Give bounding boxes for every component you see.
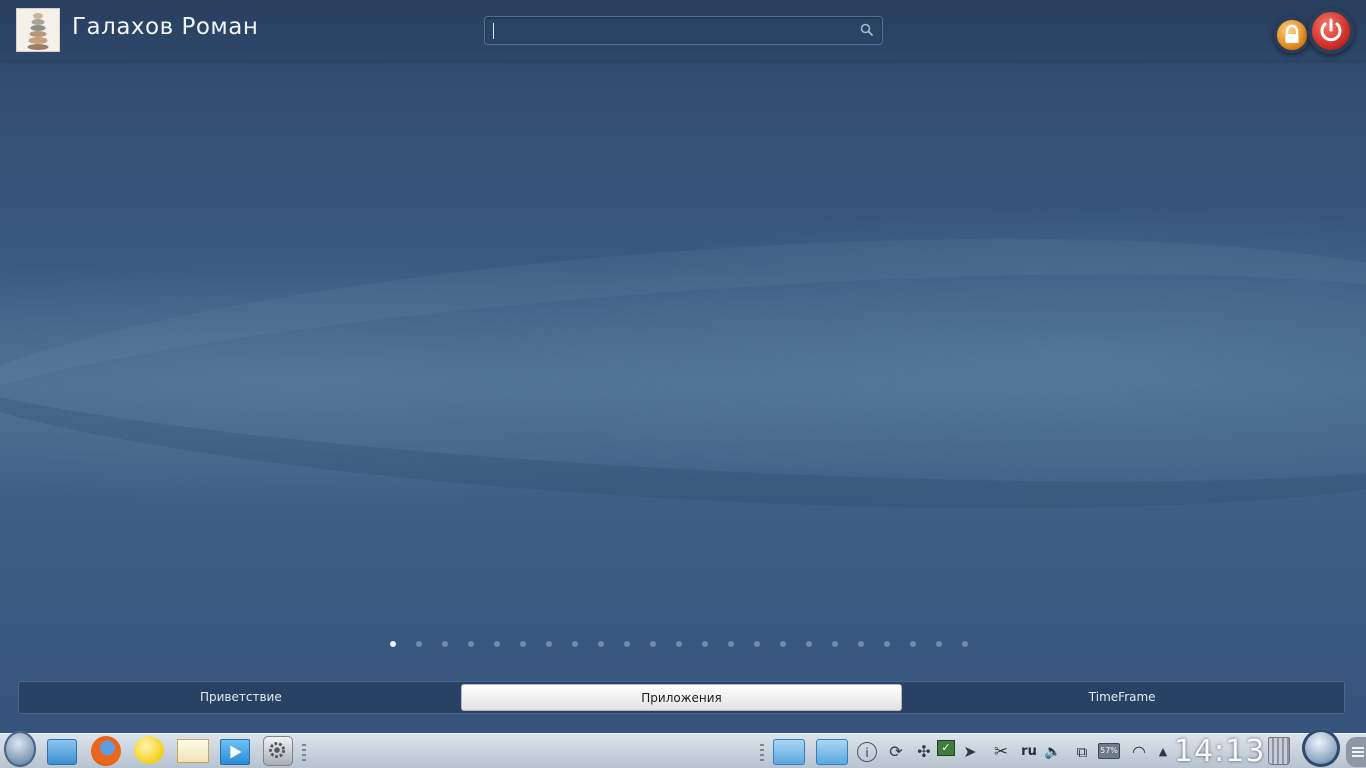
page-dot[interactable] <box>754 641 760 647</box>
tab-applications[interactable]: Приложения <box>460 684 903 711</box>
page-dot[interactable] <box>416 641 422 647</box>
top-bar: Галахов Роман <box>0 0 1366 60</box>
taskbar: i ⟳ ✣ ✓ ➤ ✂ ru 🔈 ⧉ 57% ◠ ▲ 14:13 <box>0 729 1366 768</box>
avatar-stone <box>28 37 48 44</box>
tray-expand-icon[interactable]: ▲ <box>1155 742 1171 762</box>
search-input[interactable] <box>484 16 883 45</box>
volume-icon[interactable]: 🔈 <box>1042 742 1064 762</box>
chat-icon[interactable] <box>134 736 164 764</box>
page-indicator <box>390 641 968 649</box>
power-button[interactable] <box>1308 8 1354 54</box>
page-dot[interactable] <box>494 641 500 647</box>
page-dot[interactable] <box>572 641 578 647</box>
page-dot[interactable] <box>676 641 682 647</box>
system-settings-icon[interactable] <box>263 736 293 766</box>
hamburger-icon <box>1352 747 1364 757</box>
wifi-icon[interactable]: ◠ <box>1127 742 1151 762</box>
info-icon[interactable]: i <box>857 742 877 762</box>
view-tabs: Приветствие Приложения TimeFrame <box>18 681 1345 714</box>
page-dot[interactable] <box>806 641 812 647</box>
activities-icon[interactable] <box>1302 729 1340 767</box>
page-dot[interactable] <box>520 641 526 647</box>
tab-timeframe[interactable]: TimeFrame <box>902 684 1342 711</box>
page-dot[interactable] <box>910 641 916 647</box>
user-name: Галахов Роман <box>72 14 259 40</box>
avatar-stone <box>27 44 49 50</box>
launcher-orb-icon[interactable] <box>4 731 36 767</box>
page-dot[interactable] <box>442 641 448 647</box>
send-icon[interactable]: ➤ <box>960 742 980 762</box>
power-icon <box>1320 18 1342 42</box>
battery-indicator[interactable]: 57% <box>1098 743 1120 759</box>
tab-welcome[interactable]: Приветствие <box>21 684 461 711</box>
page-dot[interactable] <box>650 641 656 647</box>
page-dot[interactable] <box>832 641 838 647</box>
keyboard-layout-indicator[interactable]: ru <box>1018 742 1040 762</box>
page-dot[interactable] <box>962 641 968 647</box>
page-dot[interactable] <box>780 641 786 647</box>
page-dot[interactable] <box>728 641 734 647</box>
panel-drag-handle[interactable] <box>302 744 306 762</box>
avatar[interactable] <box>16 8 60 52</box>
file-manager-icon[interactable] <box>47 739 77 765</box>
page-dot[interactable] <box>858 641 864 647</box>
clock[interactable]: 14:13 <box>1174 734 1265 768</box>
downloads-folder-icon[interactable] <box>816 739 848 765</box>
lock-button[interactable] <box>1274 17 1310 53</box>
page-dot[interactable] <box>702 641 708 647</box>
scissors-icon[interactable]: ✂ <box>990 742 1012 762</box>
gear-icon <box>269 742 285 758</box>
documents-folder-icon[interactable] <box>773 739 805 765</box>
page-dot[interactable] <box>468 641 474 647</box>
page-dot[interactable] <box>598 641 604 647</box>
firefox-icon[interactable] <box>91 736 121 766</box>
wallpaper-wave <box>0 194 1366 566</box>
download-check-icon[interactable]: ✓ <box>937 740 955 756</box>
panel-menu-button[interactable] <box>1346 737 1366 767</box>
play-icon <box>230 745 242 759</box>
page-dot[interactable] <box>546 641 552 647</box>
media-player-icon[interactable] <box>220 739 250 765</box>
panel-drag-handle[interactable] <box>760 744 764 762</box>
puzzle-icon[interactable]: ✣ <box>912 742 936 762</box>
trash-icon[interactable] <box>1268 737 1290 765</box>
page-dot[interactable] <box>884 641 890 647</box>
network-icon[interactable]: ⧉ <box>1070 742 1094 762</box>
mail-icon[interactable] <box>177 739 209 763</box>
text-caret <box>493 23 494 39</box>
page-dot[interactable] <box>624 641 630 647</box>
sync-icon[interactable]: ⟳ <box>884 742 908 762</box>
search-icon[interactable] <box>860 23 874 37</box>
page-dot[interactable] <box>390 641 396 647</box>
lock-icon <box>1285 24 1299 43</box>
page-dot[interactable] <box>936 641 942 647</box>
wallpaper-wave <box>0 258 1366 542</box>
